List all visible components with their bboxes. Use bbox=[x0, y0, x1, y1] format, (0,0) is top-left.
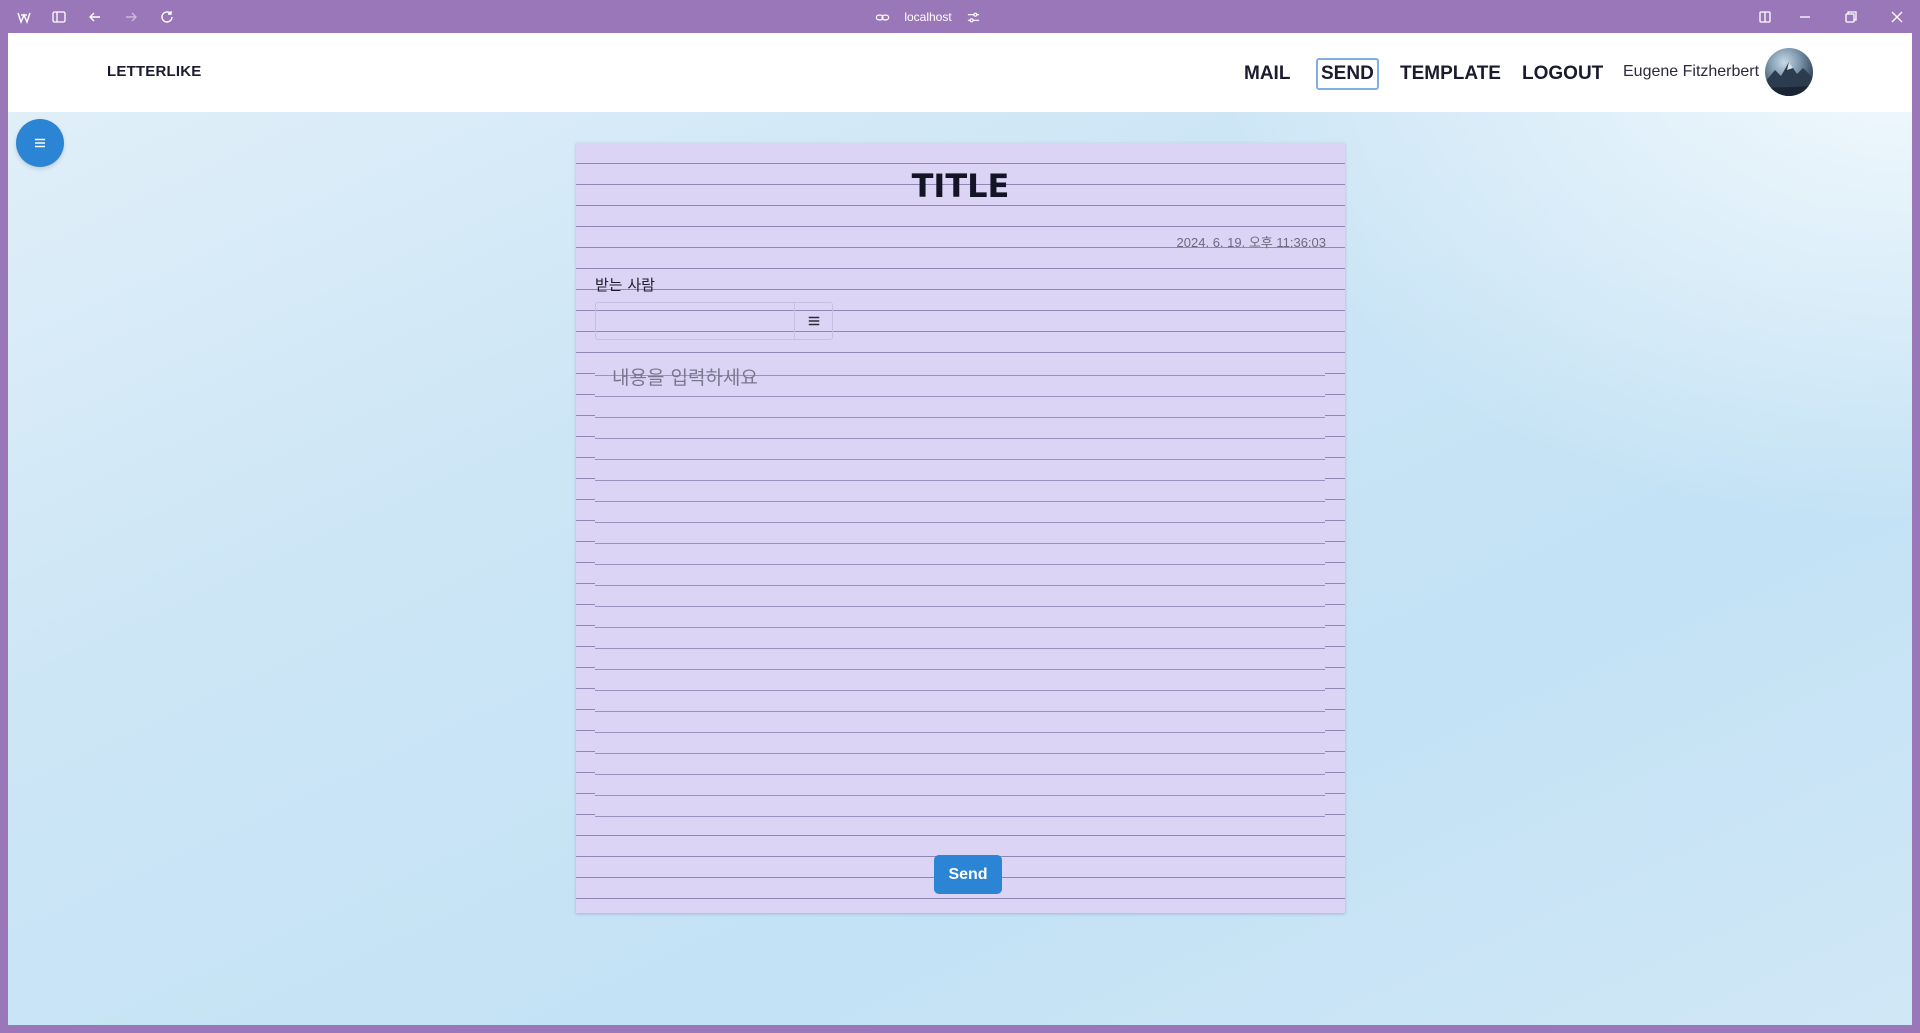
close-icon[interactable] bbox=[1886, 6, 1908, 28]
address-bar[interactable]: localhost bbox=[868, 6, 988, 28]
user-name: Eugene Fitzherbert bbox=[1623, 63, 1760, 80]
nav-link-logout[interactable]: LOGOUT bbox=[1517, 58, 1608, 90]
forward-icon[interactable] bbox=[120, 6, 142, 28]
nav-link-mail[interactable]: MAIL bbox=[1239, 58, 1295, 90]
navbar: LETTERLIKE MAIL SEND TEMPLATE LOGOUT Eug… bbox=[8, 33, 1912, 112]
avatar[interactable] bbox=[1765, 48, 1813, 96]
restore-icon[interactable] bbox=[1840, 6, 1862, 28]
back-icon[interactable] bbox=[84, 6, 106, 28]
recipient-label: 받는 사람 bbox=[595, 276, 655, 294]
menu-icon bbox=[35, 138, 45, 148]
nav-link-template[interactable]: TEMPLATE bbox=[1395, 58, 1506, 90]
menu-icon bbox=[808, 316, 819, 326]
browser-logo-icon[interactable] bbox=[13, 6, 35, 28]
brand-logo[interactable]: LETTERLIKE bbox=[107, 63, 202, 80]
url-text: localhost bbox=[904, 10, 952, 24]
site-settings-icon[interactable] bbox=[966, 10, 981, 25]
recipient-input[interactable] bbox=[595, 302, 794, 340]
content-placeholder: 내용을 입력하세요 bbox=[612, 367, 758, 389]
content-textarea[interactable]: 내용을 입력하세요 bbox=[595, 355, 1325, 835]
link-icon bbox=[876, 14, 890, 20]
sidebar-toggle-icon[interactable] bbox=[48, 6, 70, 28]
letter-paper: TITLE 2024. 6. 19. 오후 11:36:03 받는 사람 내용을… bbox=[576, 143, 1345, 913]
avatar-image bbox=[1765, 62, 1813, 96]
nav-link-send[interactable]: SEND bbox=[1316, 58, 1379, 90]
split-view-icon[interactable] bbox=[1754, 6, 1776, 28]
menu-fab-button[interactable] bbox=[16, 119, 64, 167]
letter-date: 2024. 6. 19. 오후 11:36:03 bbox=[1176, 235, 1326, 250]
send-button[interactable]: Send bbox=[934, 855, 1002, 894]
letter-title[interactable]: TITLE bbox=[576, 167, 1345, 205]
recipient-list-button[interactable] bbox=[794, 302, 833, 340]
app-window: LETTERLIKE MAIL SEND TEMPLATE LOGOUT Eug… bbox=[8, 33, 1912, 1025]
minimize-icon[interactable] bbox=[1794, 6, 1816, 28]
reload-icon[interactable] bbox=[156, 6, 178, 28]
browser-chrome: localhost bbox=[0, 0, 1920, 33]
